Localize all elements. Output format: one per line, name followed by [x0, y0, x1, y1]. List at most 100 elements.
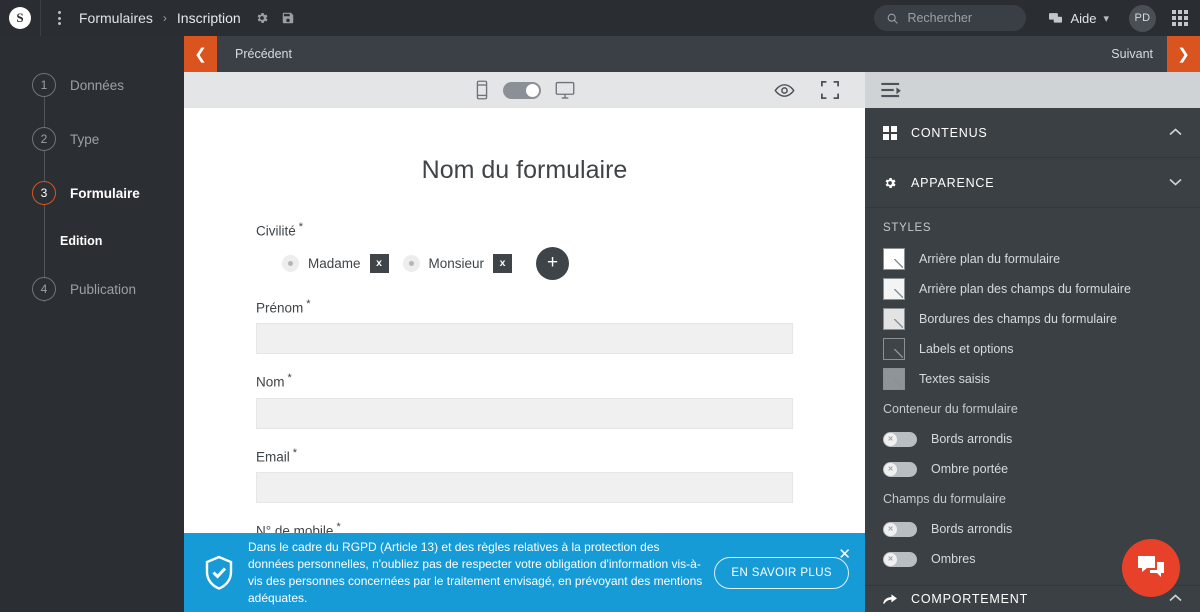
wizard-stepper: 1 Données 2 Type 3 Formulaire Edition 4 …: [0, 36, 184, 612]
step-number: 2: [32, 127, 56, 151]
step-label: Type: [70, 131, 100, 147]
preview-toolbar: [184, 72, 865, 108]
sidebar-item-type[interactable]: 2 Type: [0, 112, 184, 166]
sidebar-subitem-edition[interactable]: Edition: [0, 220, 184, 262]
style-row-labels-options[interactable]: Labels et options: [865, 334, 1200, 364]
radio-icon[interactable]: [282, 254, 299, 272]
toggle-row-container-shadow[interactable]: ✕ Ombre portée: [865, 454, 1200, 484]
step-number: 4: [32, 277, 56, 301]
gear-icon[interactable]: [255, 11, 269, 25]
sidebar-item-formulaire[interactable]: 3 Formulaire: [0, 166, 184, 220]
field-label: Civilité *: [256, 221, 793, 239]
step-number: 1: [32, 73, 56, 97]
toggle-row-container-rounded[interactable]: ✕ Bords arrondis: [865, 424, 1200, 454]
field-label: Nom *: [256, 372, 793, 390]
step-label: Formulaire: [70, 185, 140, 201]
arrow-curve-icon: [883, 593, 911, 605]
toggle-label: Ombre portée: [931, 462, 1009, 476]
style-row-fields-background[interactable]: Arrière plan des champs du formulaire: [865, 274, 1200, 304]
apps-grid-icon[interactable]: [1172, 10, 1188, 26]
toggle-switch[interactable]: ✕: [883, 551, 917, 567]
toggle-knob: ✕: [884, 522, 897, 536]
add-option-button[interactable]: +: [536, 246, 570, 280]
chat-bubble-icon[interactable]: [1122, 539, 1180, 597]
toggle-switch[interactable]: ✕: [883, 461, 917, 477]
search-input[interactable]: Rechercher: [874, 5, 1027, 31]
label-text: Email: [256, 449, 290, 464]
color-swatch[interactable]: [883, 338, 905, 360]
required-mark: *: [287, 372, 292, 384]
grid-squares-icon: [883, 125, 911, 140]
radio-label: Madame: [308, 255, 361, 271]
label-text: Civilité: [256, 223, 296, 239]
chevron-down-icon: [1169, 177, 1182, 189]
close-icon[interactable]: ✕: [838, 545, 851, 563]
learn-more-button[interactable]: EN SAVOIR PLUS: [714, 556, 849, 589]
toggle-knob: ✕: [884, 462, 897, 476]
appearance-panel: CONTENUS APPARENCE STYLES Arrière plan d…: [865, 108, 1200, 612]
toggle-switch[interactable]: ✕: [883, 431, 917, 447]
next-button[interactable]: Suivant: [1111, 47, 1167, 61]
device-toggle[interactable]: [502, 81, 541, 99]
style-row-form-background[interactable]: Arrière plan du formulaire: [865, 244, 1200, 274]
field-label: Prénom *: [256, 298, 793, 316]
chevron-left-icon[interactable]: ❮: [184, 36, 217, 72]
delete-option-button[interactable]: x: [493, 253, 513, 273]
toggle-label: Bords arrondis: [931, 432, 1013, 446]
chevron-up-icon: [1169, 127, 1182, 139]
required-mark: *: [306, 297, 311, 310]
top-bar: S Formulaires › Inscription Rechercher A…: [0, 0, 1200, 36]
field-group-prenom: Prénom *: [256, 298, 793, 354]
style-label: Arrière plan des champs du formulaire: [919, 282, 1131, 296]
page-title: Nom du formulaire: [421, 156, 628, 184]
avatar[interactable]: PD: [1129, 4, 1156, 32]
search-icon: [886, 12, 899, 25]
style-label: Bordures des champs du formulaire: [919, 312, 1118, 326]
mobile-device-icon[interactable]: [475, 80, 489, 100]
section-title: CONTENUS: [911, 125, 988, 140]
email-input[interactable]: [256, 472, 793, 503]
panel-collapse-icon[interactable]: [881, 82, 903, 98]
chevron-up-icon: [1169, 593, 1182, 605]
breadcrumb-item-inscription[interactable]: Inscription: [175, 10, 243, 26]
section-header-contenus[interactable]: CONTENUS: [865, 108, 1200, 158]
style-row-typed-texts[interactable]: Textes saisis: [865, 364, 1200, 394]
style-row-fields-borders[interactable]: Bordures des champs du formulaire: [865, 304, 1200, 334]
sidebar-item-donnees[interactable]: 1 Données: [0, 58, 184, 112]
help-label: Aide: [1070, 10, 1097, 26]
field-group-civilite: Civilité * Madame x Monsieur x +: [256, 221, 793, 280]
nom-input[interactable]: [256, 397, 793, 429]
radio-option-monsieur[interactable]: Monsieur x: [402, 253, 513, 273]
fullscreen-icon[interactable]: [821, 81, 839, 99]
help-menu[interactable]: Aide ▾: [1048, 11, 1109, 26]
desktop-device-icon[interactable]: [555, 81, 575, 100]
rgpd-message: Dans le cadre du RGPD (Article 13) et de…: [248, 539, 703, 605]
color-swatch[interactable]: [883, 248, 905, 270]
radio-icon[interactable]: [402, 254, 420, 272]
section-header-apparence[interactable]: APPARENCE: [865, 158, 1200, 208]
panel-toolbar: [865, 72, 1200, 108]
kebab-menu-icon[interactable]: [41, 0, 77, 36]
color-swatch[interactable]: [883, 368, 905, 390]
toggle-label: Ombres: [931, 552, 976, 566]
eye-icon[interactable]: [774, 83, 795, 98]
floppy-disk-icon[interactable]: [281, 11, 295, 25]
delete-option-button[interactable]: x: [369, 253, 389, 273]
breadcrumb-item-formulaires[interactable]: Formulaires: [77, 10, 155, 26]
color-swatch[interactable]: [883, 278, 905, 300]
chat-help-icon: [1048, 12, 1063, 25]
shield-check-icon: [200, 555, 238, 591]
styles-group-title: STYLES: [883, 222, 932, 234]
chevron-right-icon[interactable]: ❯: [1167, 36, 1200, 72]
app-logo[interactable]: S: [0, 7, 40, 29]
prenom-input[interactable]: [256, 323, 793, 354]
appearance-body: STYLES Arrière plan du formulaire Arrièr…: [865, 208, 1200, 580]
previous-button[interactable]: Précédent: [217, 47, 292, 61]
sidebar-item-publication[interactable]: 4 Publication: [0, 262, 184, 316]
fields-group-title: Champs du formulaire: [883, 492, 1006, 506]
radio-option-madame[interactable]: Madame x: [282, 253, 389, 273]
color-swatch[interactable]: [883, 308, 905, 330]
toggle-switch[interactable]: ✕: [883, 521, 917, 537]
logo-letter: S: [9, 7, 31, 29]
required-mark: *: [336, 521, 341, 533]
